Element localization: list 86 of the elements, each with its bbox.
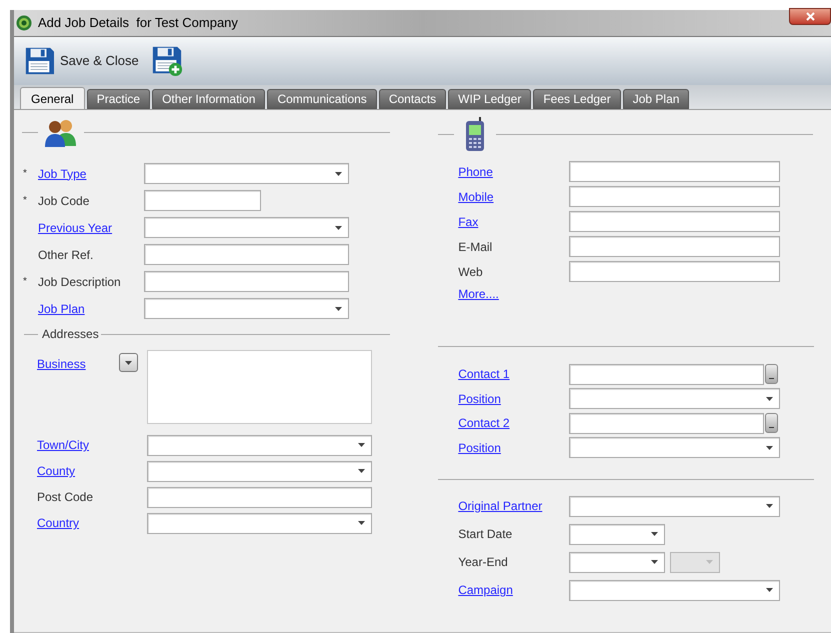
app-logo-icon <box>16 15 32 31</box>
required-marker: * <box>23 194 27 208</box>
field-link[interactable]: Previous Year <box>38 220 112 234</box>
field-label: Job Code <box>38 194 90 208</box>
dropdown-field[interactable] <box>569 580 780 600</box>
dropdown-field[interactable] <box>569 437 780 458</box>
text-field[interactable] <box>569 186 780 207</box>
dropdown-field[interactable] <box>147 460 372 482</box>
dropdown-arrow-icon <box>358 521 365 525</box>
text-field[interactable] <box>569 211 780 232</box>
tab[interactable]: Contacts <box>378 89 446 109</box>
dropdown-field[interactable] <box>144 163 349 184</box>
dropdown-arrow-icon <box>358 469 365 473</box>
floppy-disk-plus-icon <box>150 45 183 77</box>
dropdown-field[interactable] <box>147 512 372 534</box>
field-label: Job Description <box>38 274 121 288</box>
text-field[interactable] <box>569 261 780 282</box>
text-field[interactable] <box>144 271 349 292</box>
field-link[interactable]: Fax <box>458 214 478 228</box>
field-link[interactable]: Contact 2 <box>458 416 510 430</box>
dropdown-field[interactable] <box>569 552 666 572</box>
close-icon <box>806 12 814 21</box>
dropdown-field[interactable] <box>144 217 349 238</box>
dropdown-arrow-icon <box>335 306 342 310</box>
dropdown-arrow-icon <box>335 172 342 176</box>
field-label: Other Ref. <box>38 248 94 262</box>
tab[interactable]: Job Plan <box>622 89 690 109</box>
text-field[interactable] <box>147 486 372 508</box>
dropdown-button[interactable] <box>119 353 138 372</box>
text-field[interactable] <box>569 412 764 434</box>
field-link[interactable]: Campaign <box>458 583 513 597</box>
tab[interactable]: WIP Ledger <box>448 89 532 109</box>
text-field[interactable] <box>144 244 349 265</box>
field-label: Post Code <box>37 490 94 504</box>
dropdown-arrow-icon <box>651 532 658 536</box>
dropdown-arrow-icon <box>766 588 774 592</box>
save-close-button[interactable]: Save & Close <box>22 43 141 79</box>
field-label: E-Mail <box>458 240 492 254</box>
field-link[interactable]: Position <box>458 392 501 406</box>
dropdown-arrow-icon <box>706 560 714 564</box>
field-label: Year-End <box>458 555 508 569</box>
text-field[interactable] <box>569 364 764 385</box>
field-link[interactable]: Business <box>37 357 86 371</box>
dropdown-arrow-icon <box>125 360 132 364</box>
field-link[interactable]: More.... <box>458 287 499 301</box>
dropdown-field[interactable] <box>569 388 780 410</box>
dropdown-arrow-icon <box>766 396 774 401</box>
dropdown-arrow-icon <box>766 446 774 450</box>
text-field[interactable] <box>569 161 780 182</box>
text-field[interactable] <box>569 236 780 257</box>
required-marker: * <box>23 167 27 181</box>
lookup-button[interactable] <box>765 364 778 384</box>
mobile-phone-icon <box>465 117 486 151</box>
field-link[interactable]: Job Type <box>38 166 86 180</box>
dropdown-field[interactable] <box>147 434 372 456</box>
field-label: Web <box>458 264 483 278</box>
dropdown-field[interactable] <box>144 298 349 319</box>
dropdown-field[interactable] <box>569 524 666 544</box>
tab[interactable]: Other Information <box>152 89 266 109</box>
dropdown-field[interactable] <box>569 496 780 516</box>
lookup-button[interactable] <box>765 413 778 434</box>
field-link[interactable]: Position <box>458 440 501 455</box>
close-button[interactable] <box>789 8 831 25</box>
field-link[interactable]: County <box>37 464 76 478</box>
required-marker: * <box>23 275 27 289</box>
tab[interactable]: General <box>20 87 85 109</box>
tab[interactable]: Fees Ledger <box>533 89 621 109</box>
dropdown-arrow-icon <box>651 560 658 564</box>
address-text-area[interactable] <box>147 350 372 424</box>
section-title: Addresses <box>42 326 100 343</box>
field-link[interactable]: Original Partner <box>458 499 542 513</box>
field-link[interactable]: Job Plan <box>38 302 85 316</box>
field-link[interactable]: Phone <box>458 164 493 178</box>
window-title: Add Job Details for Test Company <box>38 14 238 32</box>
people-icon <box>44 117 78 147</box>
dropdown-arrow-icon <box>358 443 365 447</box>
field-link[interactable]: Contact 1 <box>458 367 510 382</box>
field-link[interactable]: Town/City <box>37 438 90 452</box>
dropdown-arrow-icon <box>335 226 342 230</box>
field-link[interactable]: Mobile <box>458 190 494 204</box>
tab[interactable]: Communications <box>267 89 377 109</box>
field-label: Start Date <box>458 527 512 541</box>
tab[interactable]: Practice <box>86 89 150 109</box>
dropdown-arrow-icon <box>766 504 774 508</box>
text-field[interactable] <box>144 190 261 211</box>
field-link[interactable]: Country <box>37 516 80 530</box>
